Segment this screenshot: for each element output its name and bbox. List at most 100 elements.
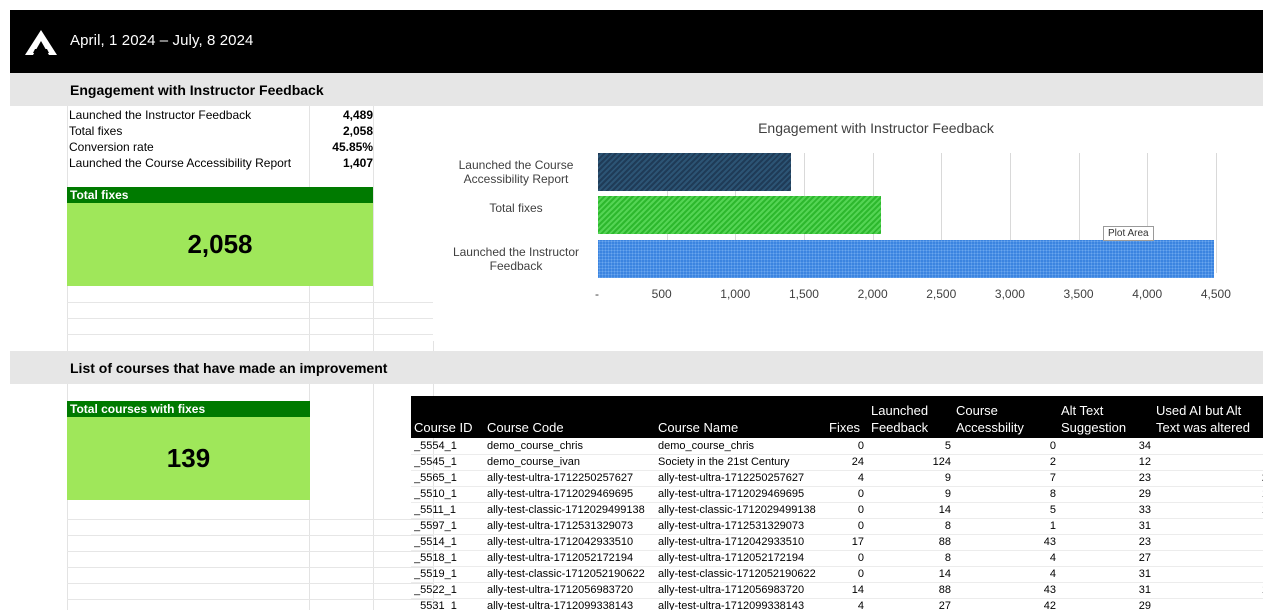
table-row[interactable]: _5545_1 demo_course_ivan Society in the 21… — [411, 454, 1263, 471]
cell-course-accessibility: 43 — [1043, 584, 1056, 596]
col-course-name[interactable]: Course Name — [658, 420, 738, 436]
cell-course-id: _5531_1 — [414, 600, 457, 610]
col-alt-text-suggestion[interactable]: Alt Text Suggestion — [1061, 402, 1141, 436]
cell-launched-feedback: 8 — [944, 552, 951, 564]
table-header: Course ID Course Code Course Name Fixes … — [411, 396, 1263, 438]
metric-label: Total fixes — [69, 124, 123, 138]
cell-course-code: ally-test-ultra-1712056983720 — [487, 584, 634, 596]
cell-course-id: _5597_1 — [414, 520, 457, 532]
cell-launched-feedback: 124 — [932, 456, 951, 468]
x-tick-label: 3,000 — [994, 287, 1025, 301]
cell-fixes: 0 — [857, 568, 864, 580]
cell-course-name: ally-test-classic-1712052190622 — [658, 568, 816, 580]
table-row[interactable]: _5511_1 ally-test-classic-1712029499138 al… — [411, 502, 1263, 519]
cell-course-id: _5554_1 — [414, 440, 457, 452]
metric-row: Launched the Course Accessibility Report… — [67, 155, 375, 171]
cell-fixes: 17 — [851, 536, 864, 548]
cell-used-ai-altered: 1 — [1156, 502, 1263, 518]
cell-course-code: ally-test-ultra-1712250257627 — [487, 472, 634, 484]
cell-course-accessibility: 7 — [1049, 472, 1056, 484]
cell-fixes: 4 — [857, 472, 864, 484]
cell-course-name: ally-test-classic-1712029499138 — [658, 504, 816, 516]
cell-course-id: _5518_1 — [414, 552, 457, 564]
col-course-id[interactable]: Course ID — [414, 420, 473, 436]
x-tick-label: 500 — [651, 287, 672, 301]
cell-used-ai-altered: 2 — [1156, 470, 1263, 486]
cell-course-accessibility: 42 — [1043, 600, 1056, 610]
metric-value: 45.85% — [332, 140, 373, 154]
metric-label: Conversion rate — [69, 140, 154, 154]
metric-label: Launched the Instructor Feedback — [69, 108, 252, 122]
cell-course-id: _5510_1 — [414, 488, 457, 500]
table-row[interactable]: _5510_1 ally-test-ultra-1712029469695 ally… — [411, 486, 1263, 503]
col-course-code[interactable]: Course Code — [487, 420, 564, 436]
cell-course-id: _5514_1 — [414, 536, 457, 548]
cell-course-code: ally-test-ultra-1712029469695 — [487, 488, 634, 500]
chart-title: Engagement with Instructor Feedback — [758, 120, 994, 136]
x-tick-label: - — [595, 287, 599, 301]
table-row[interactable]: _5522_1 ally-test-ultra-1712056983720 ally… — [411, 582, 1263, 599]
cell-launched-feedback: 27 — [938, 600, 951, 610]
col-course-accessibility[interactable]: Course Accessbility — [956, 402, 1041, 436]
cell-course-code: ally-test-ultra-1712099338143 — [487, 600, 634, 610]
table-row[interactable]: _5514_1 ally-test-ultra-1712042933510 ally… — [411, 534, 1263, 551]
cell-course-code: ally-test-ultra-1712531329073 — [487, 520, 634, 532]
chart-bar[interactable] — [598, 240, 1215, 278]
x-tick-label: 4,500 — [1200, 287, 1231, 301]
col-fixes[interactable]: Fixes — [829, 420, 860, 436]
chart-bar[interactable] — [598, 196, 881, 234]
chart-bar[interactable] — [598, 153, 792, 191]
metric-label: Launched the Course Accessibility Report — [69, 156, 292, 170]
cell-course-id: _5545_1 — [414, 456, 457, 468]
cell-fixes: 0 — [857, 504, 864, 516]
cell-course-name: ally-test-ultra-1712531329073 — [658, 520, 805, 532]
cell-fixes: 0 — [857, 552, 864, 564]
cell-alt-text-suggestion: 23 — [1138, 472, 1151, 484]
cell-launched-feedback: 8 — [944, 520, 951, 532]
cell-alt-text-suggestion: 34 — [1138, 440, 1151, 452]
col-used-ai-alt-text-altered[interactable]: Used AI but Alt Text was altered — [1156, 402, 1263, 436]
cell-alt-text-suggestion: 23 — [1138, 536, 1151, 548]
table-row[interactable]: _5519_1 ally-test-classic-1712052190622 al… — [411, 566, 1263, 583]
chart-category-label: Launched the Instructor Feedback — [452, 245, 580, 273]
cell-alt-text-suggestion: 29 — [1138, 600, 1151, 610]
cell-alt-text-suggestion: 31 — [1138, 568, 1151, 580]
cell-fixes: 0 — [857, 488, 864, 500]
table-row[interactable]: _5518_1 ally-test-ultra-1712052172194 ally… — [411, 550, 1263, 567]
engagement-section-title: Engagement with Instructor Feedback — [70, 82, 324, 98]
cell-course-id: _5511_1 — [414, 504, 457, 516]
courses-table[interactable]: Course ID Course Code Course Name Fixes … — [411, 396, 1263, 610]
cell-course-id: _5565_1 — [414, 472, 457, 484]
cell-course-accessibility: 2 — [1049, 456, 1056, 468]
cell-course-accessibility: 0 — [1049, 440, 1056, 452]
brand-logo-icon — [24, 28, 58, 61]
cell-launched-feedback: 9 — [944, 472, 951, 484]
cell-course-name: ally-test-ultra-1712029469695 — [658, 488, 805, 500]
table-row[interactable]: _5531_1 ally-test-ultra-1712099338143 ally… — [411, 598, 1263, 610]
cell-course-id: _5522_1 — [414, 584, 457, 596]
cell-course-accessibility: 1 — [1049, 520, 1056, 532]
cell-course-name: ally-test-ultra-1712250257627 — [658, 472, 805, 484]
chart-category-label: Launched the Course Accessibility Report — [458, 158, 574, 186]
x-tick-label: 1,500 — [788, 287, 819, 301]
table-row[interactable]: _5565_1 ally-test-ultra-1712250257627 ally… — [411, 470, 1263, 487]
cell-course-id: _5519_1 — [414, 568, 457, 580]
cell-alt-text-suggestion: 12 — [1138, 456, 1151, 468]
cell-alt-text-suggestion: 29 — [1138, 488, 1151, 500]
cell-launched-feedback: 88 — [938, 536, 951, 548]
cell-course-name: Society in the 21st Century — [658, 456, 790, 468]
metric-row: Conversion rate 45.85% — [67, 139, 375, 155]
table-row[interactable]: _5554_1 demo_course_chris demo_course_chri… — [411, 438, 1263, 455]
courses-section-band: List of courses that have made an improv… — [10, 351, 1263, 384]
engagement-chart[interactable]: Engagement with Instructor Feedback Laun… — [433, 106, 1263, 341]
col-launched-feedback[interactable]: Launched Feedback — [871, 402, 941, 436]
table-row[interactable]: _5597_1 ally-test-ultra-1712531329073 ally… — [411, 518, 1263, 535]
cell-course-accessibility: 8 — [1049, 488, 1056, 500]
cell-course-code: ally-test-ultra-1712052172194 — [487, 552, 634, 564]
cell-alt-text-suggestion: 33 — [1138, 504, 1151, 516]
cell-course-name: ally-test-ultra-1712099338143 — [658, 600, 805, 610]
cell-fixes: 4 — [857, 600, 864, 610]
cell-course-name: demo_course_chris — [658, 440, 754, 452]
cell-alt-text-suggestion: 31 — [1138, 520, 1151, 532]
cell-course-code: ally-test-classic-1712052190622 — [487, 568, 645, 580]
